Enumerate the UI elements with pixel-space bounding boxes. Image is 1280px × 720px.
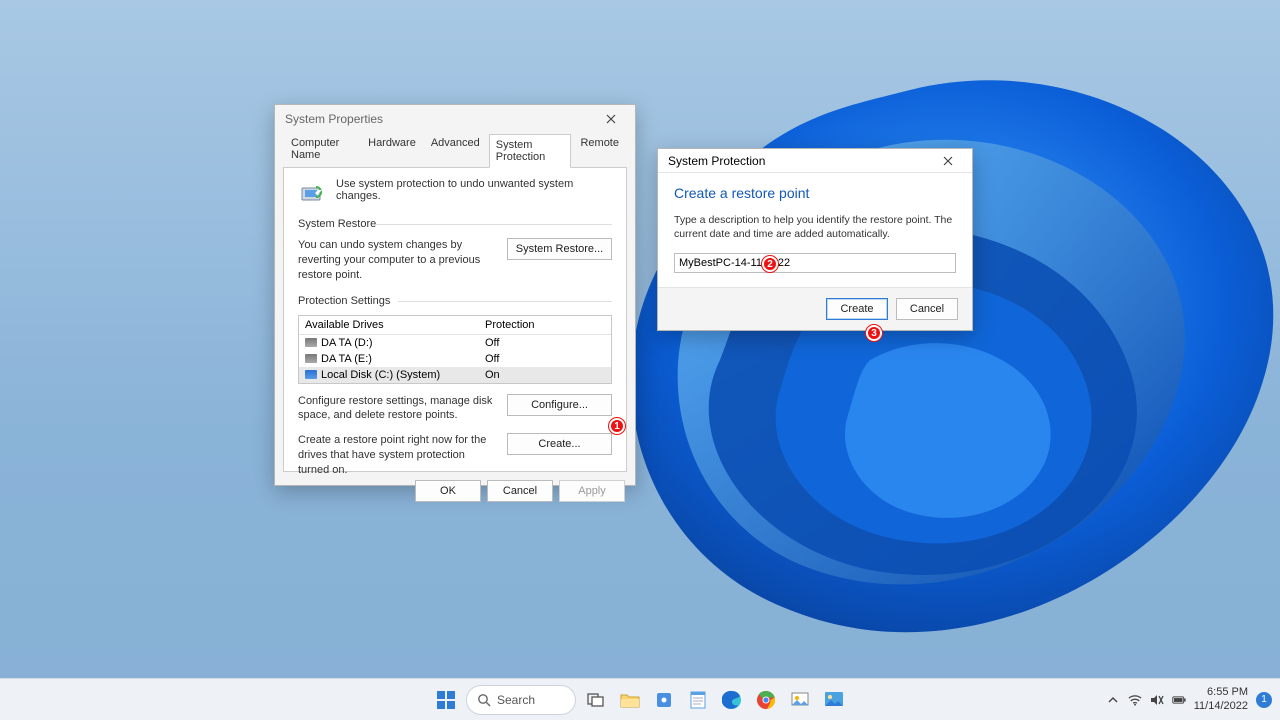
tab-system-protection[interactable]: System Protection xyxy=(489,134,572,168)
annotation-1: 1 xyxy=(609,418,625,434)
edge-button[interactable] xyxy=(718,686,746,714)
system-tray: 6:55 PM 11/14/2022 1 xyxy=(1106,686,1272,712)
chrome-button[interactable] xyxy=(752,686,780,714)
protection-icon xyxy=(298,178,326,206)
restore-point-name-input[interactable] xyxy=(674,253,956,273)
system-restore-button[interactable]: System Restore... xyxy=(507,238,612,260)
tab-computer-name[interactable]: Computer Name xyxy=(285,133,359,167)
configure-button[interactable]: Configure... xyxy=(507,394,612,416)
dialog-heading: Create a restore point xyxy=(674,185,956,201)
search-icon xyxy=(477,693,491,707)
paint-button[interactable] xyxy=(786,686,814,714)
chevron-up-icon[interactable] xyxy=(1106,693,1120,707)
close-icon[interactable] xyxy=(593,109,629,129)
create-text: Create a restore point right now for the… xyxy=(298,433,497,478)
configure-text: Configure restore settings, manage disk … xyxy=(298,394,497,424)
create-button[interactable]: Create xyxy=(826,298,888,320)
dialog-description: Type a description to help you identify … xyxy=(674,213,956,241)
ok-button[interactable]: OK xyxy=(415,480,481,502)
notepad-button[interactable] xyxy=(684,686,712,714)
search-button[interactable]: Search xyxy=(466,685,576,715)
wifi-icon[interactable] xyxy=(1128,693,1142,707)
taskbar: Search 6:55 PM 11/14/2022 1 xyxy=(0,678,1280,720)
settings-button[interactable] xyxy=(650,686,678,714)
cancel-button[interactable]: Cancel xyxy=(896,298,958,320)
notification-badge[interactable]: 1 xyxy=(1256,692,1272,708)
dialog-buttons: OK Cancel Apply xyxy=(275,480,635,512)
create-restore-point-dialog: System Protection Create a restore point… xyxy=(657,148,973,331)
header-text: Use system protection to undo unwanted s… xyxy=(336,178,612,202)
create-button[interactable]: Create... xyxy=(507,433,612,455)
task-view-button[interactable] xyxy=(582,686,610,714)
drive-icon xyxy=(305,338,317,347)
drive-icon xyxy=(305,354,317,363)
titlebar[interactable]: System Protection xyxy=(658,149,972,173)
photos-button[interactable] xyxy=(820,686,848,714)
tab-pane: Use system protection to undo unwanted s… xyxy=(283,167,627,472)
apply-button: Apply xyxy=(559,480,625,502)
tab-strip: Computer Name Hardware Advanced System P… xyxy=(275,133,635,167)
close-icon[interactable] xyxy=(930,151,966,171)
clock[interactable]: 6:55 PM 11/14/2022 xyxy=(1194,686,1248,712)
drives-header-protection: Protection xyxy=(479,316,611,334)
start-button[interactable] xyxy=(432,686,460,714)
table-row[interactable]: Local Disk (C:) (System) On xyxy=(299,367,611,383)
system-restore-text: You can undo system changes by reverting… xyxy=(298,238,497,283)
annotation-3: 3 xyxy=(866,325,882,341)
battery-icon[interactable] xyxy=(1172,693,1186,707)
window-title: System Properties xyxy=(285,112,383,126)
table-row[interactable]: DA TA (E:) Off xyxy=(299,351,611,367)
system-properties-window: System Properties Computer Name Hardware… xyxy=(274,104,636,486)
group-system-restore: System Restore xyxy=(298,218,612,230)
drive-icon xyxy=(305,370,317,379)
titlebar[interactable]: System Properties xyxy=(275,105,635,133)
desktop-wallpaper xyxy=(0,0,1280,720)
table-row[interactable]: DA TA (D:) Off xyxy=(299,335,611,351)
window-title: System Protection xyxy=(668,154,765,168)
annotation-2: 2 xyxy=(762,256,778,272)
cancel-button[interactable]: Cancel xyxy=(487,480,553,502)
drives-header-available: Available Drives xyxy=(299,316,479,334)
tab-hardware[interactable]: Hardware xyxy=(362,133,422,167)
tab-remote[interactable]: Remote xyxy=(574,133,625,167)
file-explorer-button[interactable] xyxy=(616,686,644,714)
group-protection-settings: Protection Settings xyxy=(298,295,612,307)
tab-advanced[interactable]: Advanced xyxy=(425,133,486,167)
volume-icon[interactable] xyxy=(1150,693,1164,707)
drives-table: Available Drives Protection DA TA (D:) O… xyxy=(298,315,612,384)
